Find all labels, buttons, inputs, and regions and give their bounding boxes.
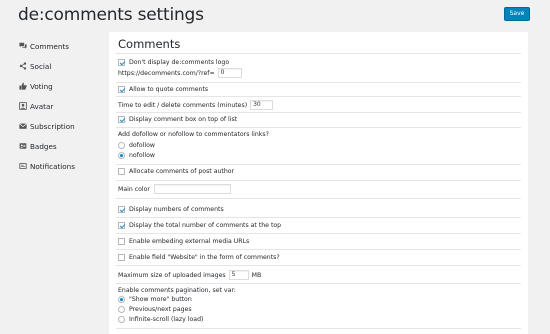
nav-item-social[interactable]: Social (18, 56, 108, 76)
infinite-scroll-label: Infinite-scroll (lazy load) (129, 316, 204, 323)
notifications-icon (18, 162, 27, 171)
divider (116, 164, 521, 165)
divider (116, 198, 521, 199)
embed-checkbox[interactable] (118, 238, 125, 245)
total-top-option[interactable]: Display the total number of comments at … (118, 222, 281, 229)
avatar-icon (18, 102, 27, 111)
allocate-checkbox[interactable] (118, 168, 125, 175)
nav-item-avatar[interactable]: Avatar (18, 96, 108, 116)
infinite-scroll-radio[interactable] (118, 316, 125, 323)
pagination-question: Enable comments pagination, set var: (118, 287, 236, 294)
total-top-checkbox[interactable] (118, 222, 125, 229)
comment-box-checkbox[interactable] (118, 116, 125, 123)
show-more-label: "Show more" button (129, 296, 192, 303)
share-icon (18, 62, 27, 71)
divider (116, 233, 521, 234)
display-numbers-checkbox[interactable] (118, 206, 125, 213)
dofollow-radio[interactable] (118, 142, 125, 149)
badge-icon (18, 142, 27, 151)
quote-label: Allow to quote comments (129, 86, 209, 93)
divider (116, 96, 521, 97)
max-size-row: Maximum size of uploaded images 5 MB (118, 270, 261, 280)
total-top-label: Display the total number of comments at … (129, 222, 282, 229)
nav-item-label: Subscription (30, 121, 75, 131)
ref-row: https://decomments.com/?ref= 0 (118, 68, 242, 78)
max-size-label: Maximum size of uploaded images (118, 271, 226, 279)
settings-nav: Comments Social Voting Avatar Subscripti… (18, 36, 108, 176)
display-numbers-label: Display numbers of comments (129, 206, 224, 213)
hide-logo-option[interactable]: Don't display de:comments logo (118, 59, 229, 66)
divider (116, 217, 521, 218)
pagination-show-more-option[interactable]: "Show more" button (118, 296, 192, 303)
quote-option[interactable]: Allow to quote comments (118, 86, 208, 93)
divider (116, 249, 521, 250)
divider (116, 82, 521, 83)
embed-option[interactable]: Enable embeding external media URLs (118, 238, 249, 245)
divider (116, 283, 521, 284)
nav-item-notifications[interactable]: Notifications (18, 156, 108, 176)
show-more-radio[interactable] (118, 296, 125, 303)
save-button[interactable]: Save (504, 7, 530, 21)
display-numbers-option[interactable]: Display numbers of comments (118, 206, 224, 213)
nofollow-label: nofollow (129, 152, 155, 159)
nav-item-comments[interactable]: Comments (18, 36, 108, 56)
website-checkbox[interactable] (118, 254, 125, 261)
follow-question: Add dofollow or nofollow to commentators… (118, 131, 269, 138)
allocate-option[interactable]: Allocate comments of post author (118, 168, 234, 175)
divider (116, 127, 521, 128)
main-color-label: Main color (118, 185, 150, 193)
quote-checkbox[interactable] (118, 86, 125, 93)
hide-logo-checkbox[interactable] (118, 59, 125, 66)
comment-box-option[interactable]: Display comment box on top of list (118, 116, 237, 123)
thumbs-up-icon (18, 82, 27, 91)
nav-item-label: Social (30, 61, 52, 71)
website-option[interactable]: Enable field "Website" in the form of co… (118, 254, 280, 261)
allocate-label: Allocate comments of post author (129, 168, 235, 175)
max-size-unit: MB (251, 271, 262, 279)
divider (116, 112, 521, 113)
email-icon (18, 122, 27, 131)
nav-item-voting[interactable]: Voting (18, 76, 108, 96)
dofollow-label: dofollow (129, 142, 155, 149)
pagination-prev-next-option[interactable]: Previous/next pages (118, 306, 192, 313)
ref-label: https://decomments.com/?ref= (118, 69, 215, 77)
divider (116, 180, 521, 181)
panel-title: Comments (118, 37, 181, 51)
divider (116, 265, 521, 266)
prev-next-radio[interactable] (118, 306, 125, 313)
edit-time-input[interactable]: 30 (250, 100, 274, 110)
nav-item-label: Voting (30, 81, 53, 91)
nav-item-label: Badges (30, 141, 57, 151)
edit-time-row: Time to edit / delete comments (minutes)… (118, 100, 274, 110)
page-title: de:comments settings (18, 5, 204, 25)
nav-item-label: Comments (30, 41, 69, 51)
divider (116, 328, 521, 329)
pagination-infinite-option[interactable]: Infinite-scroll (lazy load) (118, 316, 203, 323)
nav-item-subscription[interactable]: Subscription (18, 116, 108, 136)
nav-item-badges[interactable]: Badges (18, 136, 108, 156)
nav-item-label: Avatar (30, 101, 54, 111)
divider (116, 53, 521, 54)
max-size-input[interactable]: 5 (228, 270, 249, 280)
prev-next-label: Previous/next pages (129, 306, 192, 313)
settings-panel: Comments Don't display de:comments logo … (109, 32, 528, 334)
nav-item-label: Notifications (30, 161, 75, 171)
comment-box-label: Display comment box on top of list (129, 116, 238, 123)
nofollow-option[interactable]: nofollow (118, 152, 155, 159)
dofollow-option[interactable]: dofollow (118, 142, 155, 149)
main-color-row: Main color (118, 184, 231, 194)
ref-input[interactable]: 0 (217, 68, 242, 78)
main-color-input[interactable] (153, 184, 231, 194)
edit-time-label: Time to edit / delete comments (minutes) (118, 101, 248, 109)
embed-label: Enable embeding external media URLs (129, 238, 250, 245)
comments-icon (18, 42, 27, 51)
nofollow-radio[interactable] (118, 152, 125, 159)
hide-logo-label: Don't display de:comments logo (129, 59, 230, 66)
website-label: Enable field "Website" in the form of co… (129, 254, 280, 261)
